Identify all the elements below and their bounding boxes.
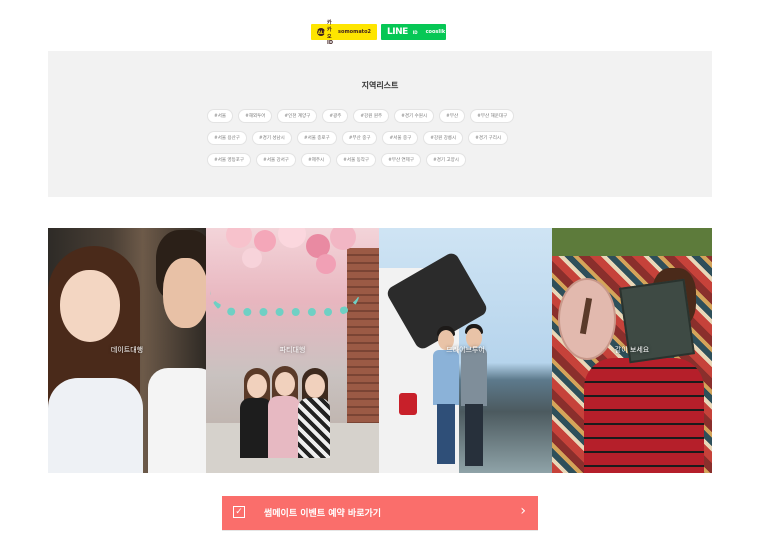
gallery-caption: 파티대행 — [279, 346, 306, 354]
kakao-id-badge[interactable]: TALK 카카오ID somomato2 — [311, 20, 377, 46]
line-service-label: ID — [412, 29, 418, 35]
region-list-title: 지역리스트 — [361, 81, 399, 90]
region-tag[interactable]: #제주시 — [300, 153, 332, 167]
plaid-shirt — [584, 358, 704, 473]
region-list-section: 지역리스트 #서울 #해외투어 #인천 계양구 #광주 #강원 원주 #경기 수… — [48, 51, 712, 197]
woman-face — [60, 270, 120, 342]
gallery-panel-reading[interactable]: 같이 보세요 — [552, 228, 712, 473]
region-tag[interactable]: #강원 강릉시 — [423, 131, 464, 145]
gallery-panel-date[interactable]: 데이트대행 — [48, 228, 206, 473]
person-jeans — [437, 404, 455, 464]
grass — [552, 228, 712, 256]
gallery-caption: 같이 보세요 — [614, 346, 650, 354]
chevron-right-icon: › — [520, 503, 526, 519]
car-taillight — [399, 393, 417, 415]
girl-face — [305, 374, 325, 398]
region-tag[interactable]: #부산 연제구 — [381, 153, 421, 167]
kakao-talk-icon: TALK — [315, 28, 327, 36]
girl-face — [275, 372, 295, 396]
region-tag[interactable]: #서울 용산구 — [207, 131, 247, 145]
region-tag[interactable]: #광주 — [322, 109, 349, 123]
gallery-panel-drive[interactable]: 드라이브투어 — [379, 228, 552, 473]
region-tag[interactable]: #경기 구리시 — [468, 131, 509, 145]
kakao-service-label: 카카오ID — [327, 19, 334, 46]
line-logo: LINE — [387, 27, 408, 37]
man-face — [163, 258, 206, 328]
region-tag[interactable]: #서울 동작구 — [336, 153, 377, 167]
region-tag[interactable]: #경기 고양시 — [425, 153, 466, 167]
region-tag[interactable]: #해외투어 — [238, 109, 273, 123]
balloon — [278, 228, 306, 248]
girl-dress — [298, 398, 330, 458]
region-tag[interactable]: #서울 — [207, 109, 234, 123]
balloon — [242, 248, 262, 268]
gallery-panel-party[interactable]: 파티대행 — [206, 228, 379, 473]
person-shirt — [433, 350, 459, 405]
girl-face — [247, 374, 267, 398]
party-garland — [210, 290, 360, 316]
region-tag[interactable]: #경기 성남시 — [251, 131, 292, 145]
balloon — [316, 254, 336, 274]
region-tag[interactable]: #서울 중구 — [382, 131, 419, 145]
region-tag[interactable]: #부산 — [439, 109, 466, 123]
person-jeans — [465, 404, 483, 466]
line-id-badge[interactable]: LINE ID cooslik — [381, 24, 446, 40]
contact-bar: TALK 카카오ID somomato2 LINE ID cooslik — [311, 20, 446, 46]
man-shirt — [148, 368, 206, 473]
event-booking-button[interactable]: ✓ 썸메이트 이벤트 예약 바로가기 › — [222, 496, 538, 531]
gallery-caption: 데이트대행 — [110, 346, 144, 354]
region-tag[interactable]: #서울 영등포구 — [207, 153, 252, 167]
girl-dress — [268, 396, 300, 458]
woman-shirt — [48, 378, 143, 473]
person-shirt — [461, 348, 487, 406]
region-tag-list: #서울 #해외투어 #인천 계양구 #광주 #강원 원주 #경기 수원시 #부산… — [207, 109, 547, 167]
event-booking-label: 썸메이트 이벤트 예약 바로가기 — [264, 509, 382, 519]
balloon — [330, 228, 356, 250]
region-tag[interactable]: #인천 계양구 — [277, 109, 318, 123]
region-tag[interactable]: #강원 원주 — [353, 109, 390, 123]
balloon — [226, 228, 252, 248]
region-tag[interactable]: #부산 해운대구 — [470, 109, 515, 123]
region-tag[interactable]: #서울 종로구 — [296, 131, 337, 145]
region-tag[interactable]: #서울 강서구 — [256, 153, 296, 167]
region-tag[interactable]: #부산 중구 — [341, 131, 378, 145]
kakao-id: somomato2 — [338, 29, 371, 35]
service-gallery: 데이트대행 파티대행 드라이브투어 같이 보세요 — [48, 228, 712, 473]
region-tag[interactable]: #경기 수원시 — [394, 109, 435, 123]
gallery-caption: 드라이브투어 — [446, 346, 485, 354]
checkbox-icon: ✓ — [233, 506, 245, 518]
line-id: cooslik — [425, 29, 446, 35]
